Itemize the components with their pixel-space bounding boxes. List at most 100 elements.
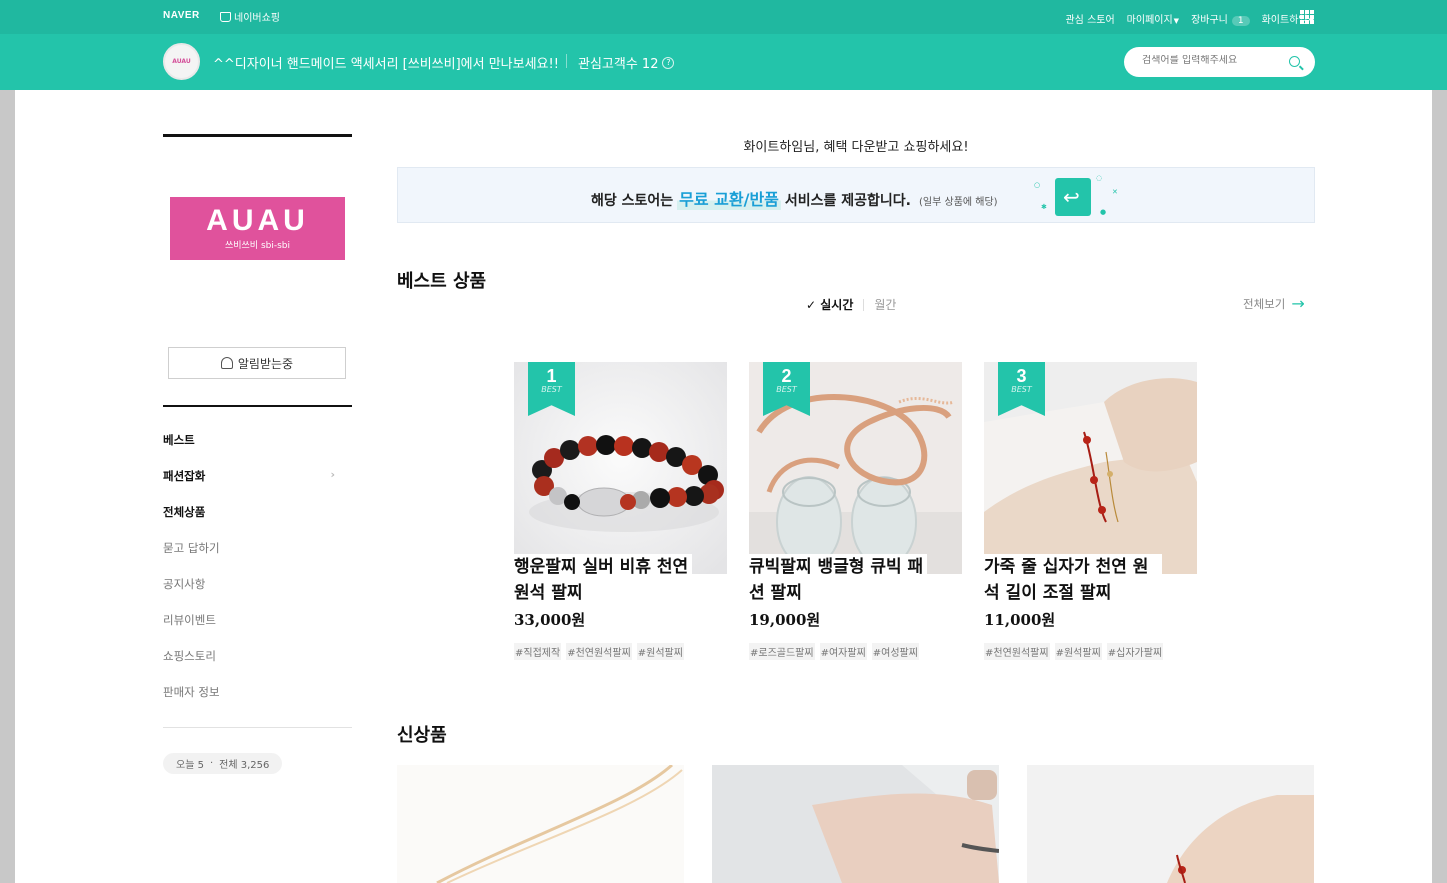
tag[interactable]: #천연원석팔찌 xyxy=(566,643,632,660)
naver-shopping-link[interactable]: 네이버쇼핑 xyxy=(220,9,280,24)
visit-counter: 오늘 5 · 전체 3,256 xyxy=(163,753,283,774)
best-label: BEST xyxy=(541,385,562,394)
benefit-highlight: 무료 교환/반품 xyxy=(677,186,781,210)
sidebar-item-review-event[interactable]: 리뷰이벤트 xyxy=(163,610,343,646)
return-box-icon xyxy=(1055,178,1091,216)
greeting-text: 화이트하임님, 혜택 다운받고 쇼핑하세요! xyxy=(743,140,969,155)
product-tags: #로즈골드팔찌 #여자팔찌 #여성팔찌 xyxy=(749,643,919,660)
notification-label: 알림받는중 xyxy=(237,356,294,371)
tag[interactable]: #십자가팔찌 xyxy=(1106,643,1164,660)
visits-dot: · xyxy=(209,758,214,769)
sidebar-item-fashion[interactable]: 패션잡화 › xyxy=(163,466,343,502)
store-logo[interactable]: AUAU 쓰비쓰비 sbi-sbi xyxy=(170,197,345,260)
store-title: ^^디자이너 핸드메이드 액세서리 [쓰비쓰비]에서 만나보세요!! xyxy=(213,57,559,72)
view-all-label: 전체보기 xyxy=(1243,297,1286,311)
product-tags: #직접제작 #천연원석팔찌 #원석팔찌 xyxy=(514,643,684,660)
search-input[interactable] xyxy=(1142,55,1282,66)
sparkle-icon: ◌ xyxy=(1096,174,1103,182)
tag[interactable]: #천연원석팔찌 xyxy=(984,643,1050,660)
sidebar-mid-rule xyxy=(163,405,352,407)
new-product-image[interactable] xyxy=(397,765,684,883)
search-icon[interactable] xyxy=(1289,56,1300,67)
mypage-menu[interactable]: 마이페이지▼ xyxy=(1127,11,1179,26)
tab-monthly[interactable]: 월간 xyxy=(874,296,896,313)
best-label: BEST xyxy=(1011,385,1032,394)
notification-button[interactable]: 알림받는중 xyxy=(168,347,346,379)
visits-today: 오늘 5 xyxy=(176,760,204,771)
tag[interactable]: #원석팔찌 xyxy=(1054,643,1102,660)
sidebar-item-label: 패션잡화 xyxy=(163,469,206,483)
product-card-2[interactable]: 2 BEST xyxy=(749,362,962,574)
new-product-photo-3 xyxy=(1027,765,1314,883)
benefit-banner[interactable]: 해당 스토어는 무료 교환/반품 서비스를 제공합니다. (일부 상품에 해당) xyxy=(397,167,1315,223)
tag[interactable]: #원석팔찌 xyxy=(636,643,684,660)
product-card-3[interactable]: 3 BEST xyxy=(984,362,1197,574)
chevron-right-icon: › xyxy=(330,468,335,481)
view-all-link[interactable]: 전체보기 → xyxy=(1243,296,1305,312)
caret-down-icon: ▼ xyxy=(1173,17,1180,25)
tab-realtime[interactable]: ✓ 실시간 xyxy=(806,296,853,313)
fans-count: 관심고객수 12 ? xyxy=(578,53,675,72)
cart-count-badge: 1 xyxy=(1231,16,1250,26)
new-section-title: 신상품 xyxy=(397,725,447,746)
product-card-1[interactable]: 1 BEST xyxy=(514,362,727,574)
bell-icon xyxy=(220,357,233,369)
product-name[interactable]: 행운팔찌 실버 비휴 천연원석 팔찌 xyxy=(514,554,692,606)
benefit-prefix: 해당 스토어는 xyxy=(591,193,674,209)
sparkle-icon: ● xyxy=(1100,208,1107,216)
sparkle-icon: ✕ xyxy=(1112,188,1118,196)
help-icon[interactable]: ? xyxy=(662,56,675,69)
benefit-note: (일부 상품에 해당) xyxy=(919,197,998,208)
shopping-bag-icon xyxy=(220,11,231,22)
ranking-tabs: ✓ 실시간 월간 xyxy=(806,296,896,313)
product-name[interactable]: 큐빅팔찌 뱅글형 큐빅 패션 팔찌 xyxy=(749,554,927,606)
cart-link[interactable]: 장바구니 1 xyxy=(1191,11,1250,26)
product-price: 33,000원 xyxy=(514,611,586,629)
naver-shopping-label: 네이버쇼핑 xyxy=(234,13,280,24)
sidebar-item-notice[interactable]: 공지사항 xyxy=(163,574,343,610)
visits-total: 전체 3,256 xyxy=(219,760,270,771)
sidebar-item-label: 공지사항 xyxy=(163,577,206,591)
logo-main-text: AUAU xyxy=(206,204,309,237)
sidebar-item-label: 전체상품 xyxy=(163,505,206,519)
cart-label: 장바구니 xyxy=(1191,15,1228,26)
tag[interactable]: #로즈골드팔찌 xyxy=(749,643,815,660)
naver-logo[interactable]: NAVER xyxy=(163,10,200,21)
product-tags: #천연원석팔찌 #원석팔찌 #십자가팔찌 xyxy=(984,643,1164,660)
product-image[interactable]: 1 BEST xyxy=(514,362,727,574)
sidebar-item-seller-info[interactable]: 판매자 정보 xyxy=(163,682,343,718)
tab-separator xyxy=(863,298,865,311)
tag[interactable]: #직접제작 xyxy=(514,643,562,660)
benefit-suffix: 서비스를 제공합니다. xyxy=(784,193,912,209)
sidebar-item-shopping-story[interactable]: 쇼핑스토리 xyxy=(163,646,343,682)
product-image[interactable]: 3 BEST xyxy=(984,362,1197,574)
fans-label: 관심고객수 12 xyxy=(578,57,659,72)
arrow-right-icon: → xyxy=(1291,294,1305,313)
sidebar-bottom-rule xyxy=(163,727,352,728)
sidebar-nav: 베스트 패션잡화 › 전체상품 묻고 답하기 공지사항 리뷰이벤트 쇼핑스토리 판… xyxy=(163,430,343,718)
new-product-image[interactable] xyxy=(712,765,999,883)
product-image[interactable]: 2 BEST xyxy=(749,362,962,574)
sparkle-icon: ○ xyxy=(1034,181,1041,189)
product-name[interactable]: 가죽 줄 십자가 천연 원석 길이 조절 팔찌 xyxy=(984,554,1162,606)
divider xyxy=(566,54,567,68)
tag[interactable]: #여자팔찌 xyxy=(819,643,867,660)
interest-store-link[interactable]: 관심 스토어 xyxy=(1065,11,1114,26)
new-product-image[interactable] xyxy=(1027,765,1314,883)
sparkle-icon: ✱ xyxy=(1041,203,1047,211)
store-avatar[interactable]: AUAU xyxy=(163,43,200,80)
best-label: BEST xyxy=(776,385,797,394)
apps-grid-icon[interactable] xyxy=(1300,10,1314,24)
tag[interactable]: #여성팔찌 xyxy=(871,643,919,660)
sidebar-item-qna[interactable]: 묻고 답하기 xyxy=(163,538,343,574)
mypage-label: 마이페이지 xyxy=(1126,15,1173,26)
rank-number: 1 xyxy=(546,366,557,386)
avatar-text: AUAU xyxy=(172,58,191,65)
check-icon: ✓ xyxy=(806,298,817,312)
sidebar-item-label: 리뷰이벤트 xyxy=(163,613,216,627)
sidebar-item-label: 쇼핑스토리 xyxy=(163,649,216,663)
sidebar-item-best[interactable]: 베스트 xyxy=(163,430,343,466)
sidebar-item-label: 묻고 답하기 xyxy=(163,541,220,555)
rank-number: 2 xyxy=(781,366,792,386)
sidebar-item-all-products[interactable]: 전체상품 xyxy=(163,502,343,538)
